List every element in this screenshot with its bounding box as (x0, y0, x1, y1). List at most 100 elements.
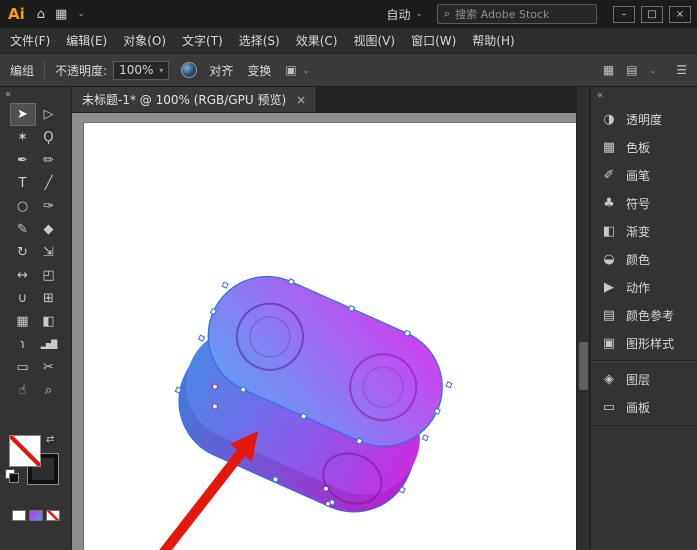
mesh-tool[interactable]: ▦ (10, 310, 36, 333)
artwork-layer (72, 113, 576, 550)
panel-tab-label: 画笔 (626, 167, 650, 184)
panel-tab-label: 图形样式 (626, 335, 674, 352)
brushes-icon: ✐ (601, 168, 617, 183)
panel-tab-symbols[interactable]: ♣ 符号 (591, 189, 697, 217)
panel-dock: « ◑ 透明度 ▦ 色板 ✐ 画笔 ♣ 符号 ◧ 渐变 ◒ 颜色 ▶ 动作 (590, 87, 697, 550)
magic-wand-tool[interactable]: ✶ (10, 126, 36, 149)
control-bar: 编组 不透明度: 100% ▾ 对齐 变换 ▣ ⌄ ▦ ▤ ⌄ ☰ (0, 54, 697, 87)
panel-menu-icon[interactable]: ☰ (676, 63, 687, 77)
color-guide-icon: ▤ (601, 308, 617, 323)
panel-tab-artboards[interactable]: ▭ 画板 (591, 393, 697, 421)
dock-collapse-icon[interactable]: « (591, 87, 697, 105)
lasso-tool[interactable]: Ϙ (36, 126, 62, 149)
workspace-layout-icon[interactable]: ▦ (55, 7, 67, 22)
free-transform-tool[interactable]: ◰ (36, 264, 62, 287)
panel-tab-label: 符号 (626, 195, 650, 212)
scale-tool[interactable]: ⇲ (36, 241, 62, 264)
auto-dropdown[interactable]: 自动 ⌄ (386, 6, 423, 23)
rotate-tool[interactable]: ↻ (10, 241, 36, 264)
pen-tool[interactable]: ✒ (10, 149, 36, 172)
opacity-label: 不透明度: (55, 62, 107, 79)
panel-tab-label: 图层 (626, 371, 650, 388)
menu-type[interactable]: 文字(T) (182, 32, 223, 49)
paintbrush-tool[interactable]: ✑ (36, 195, 62, 218)
none-mode-button[interactable] (46, 510, 60, 521)
menu-window[interactable]: 窗口(W) (411, 32, 456, 49)
color-mode-button[interactable] (12, 510, 26, 521)
swatches-icon: ▦ (601, 140, 617, 155)
panel-tab-transparency[interactable]: ◑ 透明度 (591, 105, 697, 133)
menu-object[interactable]: 对象(O) (123, 32, 166, 49)
panel-tab-gradient[interactable]: ◧ 渐变 (591, 217, 697, 245)
line-segment-tool[interactable]: ╱ (36, 172, 62, 195)
auto-dropdown-label: 自动 (386, 6, 410, 23)
ellipse-tool[interactable]: ○ (10, 195, 36, 218)
menu-file[interactable]: 文件(F) (10, 32, 50, 49)
artboard-tool[interactable]: ▭ (10, 356, 36, 379)
menu-help[interactable]: 帮助(H) (472, 32, 514, 49)
slice-tool[interactable]: ✂ (36, 356, 62, 379)
document-tab[interactable]: 未标题-1* @ 100% (RGB/GPU 预览) × (72, 87, 317, 112)
dock-panel-icon[interactable]: ▦ (603, 63, 614, 77)
menu-effect[interactable]: 效果(C) (296, 32, 338, 49)
transparency-icon: ◑ (601, 112, 617, 127)
panel-tab-label: 透明度 (626, 111, 662, 128)
opacity-combo[interactable]: 100% ▾ (113, 61, 169, 80)
tools-collapse-icon[interactable]: « (0, 87, 71, 103)
transform-button[interactable]: 变换 (247, 62, 271, 79)
search-input[interactable] (455, 8, 565, 21)
restore-button[interactable]: □ (641, 6, 663, 23)
vertical-scrollbar[interactable] (576, 87, 590, 550)
chevron-down-icon[interactable]: ⌄ (650, 66, 657, 75)
direct-selection-tool[interactable]: ▷ (36, 103, 62, 126)
minimize-button[interactable]: – (613, 6, 635, 23)
scrollbar-thumb[interactable] (579, 342, 588, 390)
graphic-styles-icon: ▣ (601, 336, 617, 351)
workspace-switcher-icon[interactable]: ▤ (626, 63, 637, 77)
gradient-tool[interactable]: ◧ (36, 310, 62, 333)
width-tool[interactable]: ↔ (10, 264, 36, 287)
shape-builder-tool[interactable]: ∪ (10, 287, 36, 310)
pencil-tool[interactable]: ✎ (10, 218, 36, 241)
chevron-down-icon[interactable]: ⌄ (303, 66, 310, 75)
document-title: 未标题-1* @ 100% (RGB/GPU 预览) (82, 91, 286, 108)
swap-fill-stroke-icon[interactable]: ⇄ (46, 434, 54, 445)
panel-tab-layers[interactable]: ◈ 图层 (591, 365, 697, 393)
hand-tool[interactable]: ☝ (10, 379, 36, 402)
home-icon[interactable]: ⌂ (37, 7, 45, 22)
default-fill-stroke-icon[interactable] (6, 470, 20, 484)
shape-mode-icon[interactable]: ▣ (285, 63, 296, 77)
panel-tab-brushes[interactable]: ✐ 画笔 (591, 161, 697, 189)
curvature-tool[interactable]: ✏ (36, 149, 62, 172)
zoom-tool[interactable]: ⌕ (36, 379, 62, 402)
selected-artwork[interactable] (158, 255, 464, 533)
title-bar: Ai ⌂ ▦ ⌄ 自动 ⌄ ⌕ – □ × (0, 0, 697, 28)
close-tab-icon[interactable]: × (296, 93, 306, 107)
panel-tab-label: 画板 (626, 399, 650, 416)
eraser-tool[interactable]: ◆ (36, 218, 62, 241)
app-logo: Ai (8, 5, 25, 23)
fill-color-well[interactable] (10, 436, 40, 466)
panel-tab-label: 颜色参考 (626, 307, 674, 324)
menu-edit[interactable]: 编辑(E) (66, 32, 107, 49)
eyedropper-tool[interactable]: ℩ (10, 333, 36, 356)
panel-tab-graphic-styles[interactable]: ▣ 图形样式 (591, 329, 697, 357)
stock-search-field[interactable]: ⌕ (437, 4, 597, 24)
gradient-mode-button[interactable] (29, 510, 43, 521)
color-icon: ◒ (601, 252, 617, 267)
type-tool[interactable]: T (10, 172, 36, 195)
panel-tab-color[interactable]: ◒ 颜色 (591, 245, 697, 273)
column-graph-tool[interactable]: ▂▅█ (36, 333, 62, 356)
selection-tool[interactable]: ➤ (10, 103, 36, 126)
perspective-grid-tool[interactable]: ⊞ (36, 287, 62, 310)
panel-tab-color-guide[interactable]: ▤ 颜色参考 (591, 301, 697, 329)
panel-tab-actions[interactable]: ▶ 动作 (591, 273, 697, 301)
recolor-artwork-icon[interactable] (181, 62, 197, 78)
close-button[interactable]: × (669, 6, 691, 23)
panel-tab-swatches[interactable]: ▦ 色板 (591, 133, 697, 161)
canvas-area[interactable] (72, 113, 576, 550)
workspace-caret-icon[interactable]: ⌄ (77, 9, 85, 19)
align-button[interactable]: 对齐 (209, 62, 233, 79)
menu-select[interactable]: 选择(S) (239, 32, 280, 49)
menu-view[interactable]: 视图(V) (353, 32, 395, 49)
